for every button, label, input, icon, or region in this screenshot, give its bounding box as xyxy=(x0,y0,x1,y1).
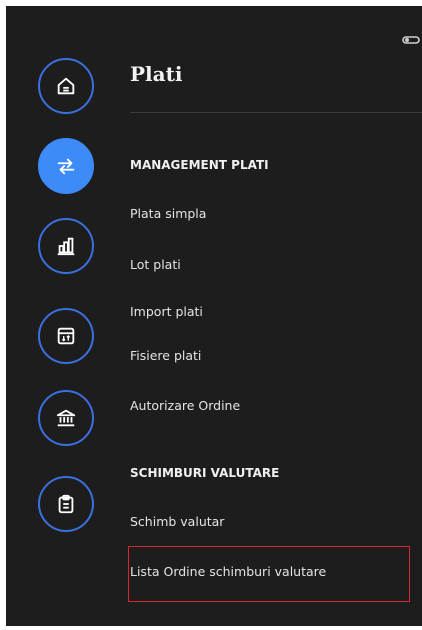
bank-icon xyxy=(55,407,77,429)
collapse-toggle-icon[interactable] xyxy=(402,30,422,44)
clipboard-icon xyxy=(55,493,77,515)
menu-item-autorizare-ordine[interactable]: Autorizare Ordine xyxy=(130,398,240,413)
rail-reports-button[interactable] xyxy=(38,218,94,274)
title-divider xyxy=(130,112,422,113)
menu-item-import-plati[interactable]: Import plati xyxy=(130,304,203,319)
rail-orders-button[interactable] xyxy=(38,476,94,532)
section-header-management-plati: MANAGEMENT PLATI xyxy=(130,158,269,172)
rail-bank-button[interactable] xyxy=(38,390,94,446)
menu-item-lot-plati[interactable]: Lot plati xyxy=(130,257,181,272)
menu-item-schimb-valutar[interactable]: Schimb valutar xyxy=(130,514,224,529)
menu-item-plata-simpla[interactable]: Plata simpla xyxy=(130,206,206,221)
section-header-schimburi-valutare: SCHIMBURI VALUTARE xyxy=(130,466,280,480)
calendar-icon xyxy=(55,325,77,347)
rail-home-button[interactable] xyxy=(38,58,94,114)
bar-chart-icon xyxy=(55,235,77,257)
rail-payments-button[interactable] xyxy=(38,138,94,194)
rail-calendar-button[interactable] xyxy=(38,308,94,364)
icon-rail xyxy=(6,6,116,626)
menu-panel: Plati MANAGEMENT PLATI Plata simpla Lot … xyxy=(6,6,422,626)
home-icon xyxy=(55,75,77,97)
highlight-box xyxy=(128,546,410,602)
page-title: Plati xyxy=(130,62,183,86)
transfer-arrows-icon xyxy=(55,155,77,177)
menu-item-fisiere-plati[interactable]: Fisiere plati xyxy=(130,348,201,363)
